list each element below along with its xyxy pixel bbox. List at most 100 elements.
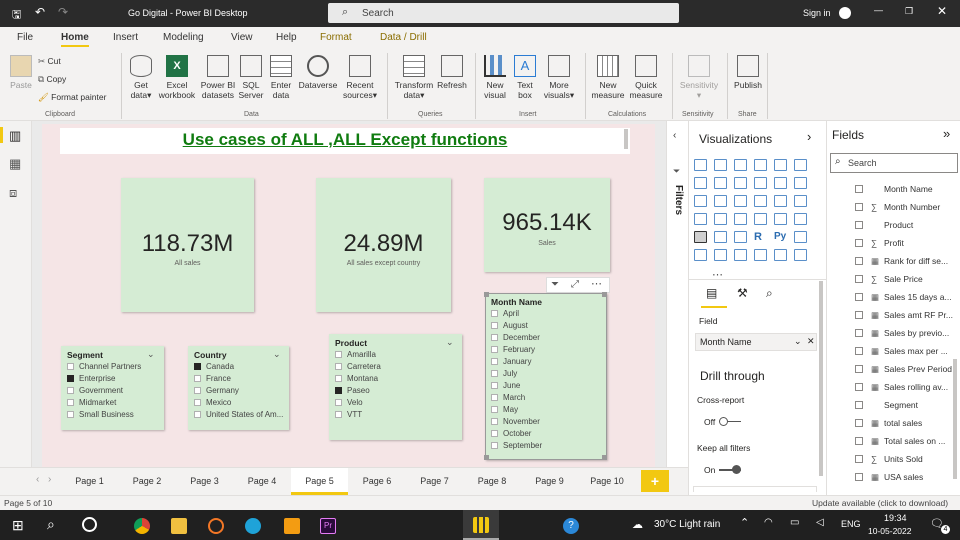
add-page-button[interactable]: + — [641, 470, 669, 492]
field-item[interactable]: Segment — [855, 400, 918, 410]
quick-measure-button[interactable]: Quick measure — [627, 55, 665, 100]
line-clustered-icon[interactable] — [774, 177, 787, 189]
slicer-item[interactable]: May — [491, 404, 542, 416]
checkbox[interactable] — [855, 311, 863, 319]
slicer-item[interactable]: September — [491, 440, 542, 452]
resize-handle[interactable] — [602, 455, 607, 460]
stacked-area-icon[interactable] — [734, 177, 747, 189]
checkbox[interactable] — [491, 358, 498, 365]
tab-format[interactable]: Format — [320, 32, 352, 43]
field-item[interactable]: ▦ Sales max per ... — [855, 346, 948, 357]
tab-view[interactable]: View — [231, 32, 253, 43]
multi-row-card-icon[interactable] — [774, 213, 787, 225]
r-visual-icon[interactable]: R — [754, 231, 767, 243]
slicer-item[interactable]: Government — [67, 385, 141, 397]
slicer-item[interactable]: November — [491, 416, 542, 428]
slicer-item[interactable]: Small Business — [67, 409, 141, 421]
ribbon-icon[interactable] — [794, 177, 807, 189]
chevron-down-icon[interactable]: ⌄ — [147, 349, 155, 360]
checkbox[interactable] — [335, 363, 342, 370]
fields-tab-icon[interactable]: ▤ — [706, 286, 717, 300]
checkbox[interactable] — [335, 375, 342, 382]
field-well[interactable]: Month Name ⌄ ✕ — [695, 333, 817, 351]
filled-map-icon[interactable] — [714, 213, 727, 225]
slicer-item[interactable]: December — [491, 332, 542, 344]
kpi-card-all-sales[interactable]: 118.73M All sales — [121, 178, 254, 312]
field-item[interactable]: ∑ Profit — [855, 238, 904, 248]
transform-data-button[interactable]: Transform data▾ — [392, 55, 436, 100]
pie-icon[interactable] — [754, 195, 767, 207]
slicer-item[interactable]: April — [491, 308, 542, 320]
more-options-icon[interactable]: ⋯ — [591, 277, 602, 290]
windows-start-icon[interactable]: ⊞ — [12, 517, 24, 534]
line-icon[interactable] — [694, 177, 707, 189]
file-explorer-icon[interactable] — [171, 518, 187, 534]
copy-button[interactable]: ⧉ Copy — [38, 74, 66, 84]
field-item[interactable]: ▦ Total sales on ... — [855, 436, 945, 447]
card-icon[interactable] — [754, 213, 767, 225]
tab-home[interactable]: Home — [61, 32, 89, 47]
tab-file[interactable]: File — [17, 32, 33, 43]
donut-icon[interactable] — [774, 195, 787, 207]
slicer-item[interactable]: VTT — [335, 409, 381, 421]
power-bi-datasets-button[interactable]: Power BI datasets — [199, 55, 237, 100]
page-tab[interactable]: Page 4 — [234, 468, 291, 495]
sql-server-button[interactable]: SQL Server — [237, 55, 265, 100]
checkbox[interactable] — [67, 399, 74, 406]
clock-time[interactable]: 19:34 — [884, 513, 907, 523]
checkbox[interactable] — [855, 473, 863, 481]
remove-icon[interactable]: ✕ — [807, 336, 815, 347]
language-indicator[interactable]: ENG — [841, 519, 861, 529]
sensitivity-button[interactable]: Sensitivity ▾ — [677, 55, 721, 100]
more-visuals-button[interactable]: More visuals▾ — [540, 55, 578, 100]
cut-button[interactable]: ✂ Cut — [38, 56, 61, 66]
slicer-item[interactable]: France — [194, 373, 283, 385]
chrome-icon[interactable] — [134, 518, 150, 534]
new-visual-button[interactable]: New visual — [481, 55, 509, 100]
tab-modeling[interactable]: Modeling — [163, 32, 204, 43]
chevron-down-icon[interactable]: ⌄ — [273, 349, 281, 360]
field-item[interactable]: ▦ Sales amt RF Pr... — [855, 310, 953, 321]
checkbox[interactable] — [491, 394, 498, 401]
qa-icon[interactable] — [714, 249, 727, 261]
field-item[interactable]: ∑ Month Number — [855, 202, 940, 212]
excel-workbook-button[interactable]: X Excel workbook — [156, 55, 198, 100]
chevron-down-icon[interactable]: ⌄ — [794, 336, 802, 347]
keep-filters-toggle[interactable] — [719, 465, 741, 474]
signin-link[interactable]: Sign in — [803, 8, 831, 18]
model-view-icon[interactable]: ⧈ — [9, 185, 17, 201]
scrollbar[interactable] — [624, 129, 628, 149]
checkbox[interactable] — [491, 418, 498, 425]
slicer-item[interactable]: United States of Am... — [194, 409, 283, 421]
decomposition-icon[interactable] — [694, 249, 707, 261]
next-page-icon[interactable]: › — [48, 474, 51, 485]
field-item[interactable]: Product — [855, 220, 913, 230]
checkbox[interactable] — [855, 383, 863, 391]
stacked-bar-icon[interactable] — [694, 159, 707, 171]
close-icon[interactable]: ✕ — [937, 4, 947, 18]
checkbox[interactable] — [491, 406, 498, 413]
checkbox[interactable] — [194, 399, 201, 406]
checkbox[interactable] — [491, 310, 498, 317]
checkbox[interactable] — [335, 351, 342, 358]
chevron-up-icon[interactable]: ⌃ — [740, 516, 749, 529]
filter-icon[interactable]: ⏷ — [551, 279, 559, 290]
clustered-bar-icon[interactable] — [734, 159, 747, 171]
clustered-column-icon[interactable] — [754, 159, 767, 171]
table-icon[interactable] — [714, 231, 727, 243]
kpi-card-all-except-country[interactable]: 24.89M All sales except country — [316, 178, 451, 312]
checkbox[interactable] — [67, 363, 74, 370]
page-tab[interactable]: Page 9 — [521, 468, 578, 495]
slicer-item[interactable]: October — [491, 428, 542, 440]
prev-page-icon[interactable]: ‹ — [36, 474, 39, 485]
checkbox[interactable] — [855, 419, 863, 427]
analytics-icon[interactable]: ⌕ — [766, 286, 773, 301]
checkbox[interactable] — [855, 401, 863, 409]
page-tab[interactable]: Page 8 — [464, 468, 521, 495]
save-icon[interactable]: 🖫 — [12, 6, 21, 25]
waterfall-icon[interactable] — [694, 195, 707, 207]
publish-button[interactable]: Publish — [732, 55, 764, 90]
checkbox[interactable] — [491, 382, 498, 389]
field-item[interactable]: ▦ Sales Prev Period — [855, 364, 952, 375]
field-item[interactable]: ∑ Units Sold — [855, 454, 923, 464]
